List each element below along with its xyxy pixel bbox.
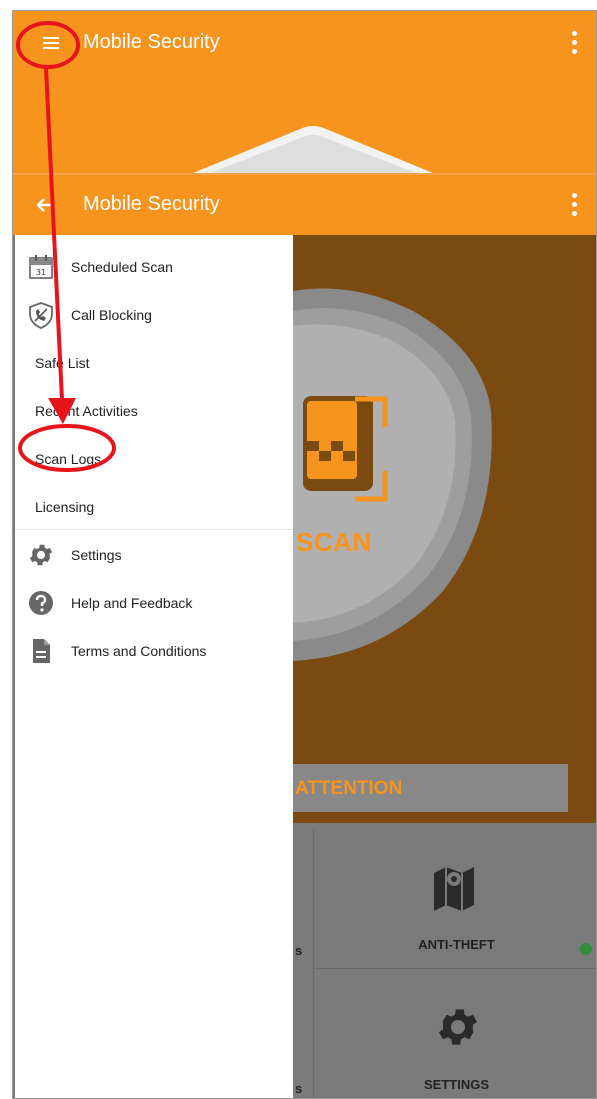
- hamburger-menu-icon[interactable]: [33, 29, 69, 57]
- drawer-item-scan-logs[interactable]: Scan Logs: [15, 437, 293, 481]
- drawer-item-label: Settings: [71, 547, 122, 563]
- drawer-item-help-feedback[interactable]: Help and Feedback: [15, 581, 293, 625]
- tile-label: ANTI-THEFT: [418, 937, 495, 952]
- attention-button[interactable]: ATTENTION: [293, 764, 568, 812]
- drawer-item-terms[interactable]: Terms and Conditions: [15, 629, 293, 673]
- shield-scan-graphic: [293, 288, 492, 661]
- drawer-item-label: Scheduled Scan: [71, 259, 173, 275]
- call-block-shield-icon: [29, 302, 53, 329]
- app-title: Mobile Security: [83, 31, 220, 53]
- app-title-secondary: Mobile Security: [83, 193, 220, 215]
- navigation-drawer: 31 Scheduled Scan Call Blocking Safe Lis…: [15, 235, 293, 1098]
- calendar-day: 31: [36, 268, 46, 277]
- drawer-item-label: Call Blocking: [71, 307, 152, 323]
- drawer-item-label: Safe List: [35, 355, 90, 371]
- top-app-bar: Mobile Security: [13, 11, 596, 173]
- tile-label: SETTINGS: [423, 1077, 489, 1092]
- overflow-menu-icon-secondary[interactable]: [571, 193, 577, 219]
- gear-icon: [29, 544, 53, 566]
- map-pin-icon: [434, 867, 474, 911]
- cut-off-text: s: [295, 943, 303, 958]
- drawer-item-label: Recent Activities: [35, 403, 138, 419]
- document-icon: [33, 639, 50, 663]
- drawer-item-recent-activities[interactable]: Recent Activities: [15, 389, 293, 433]
- drawer-item-settings[interactable]: Settings: [15, 533, 293, 577]
- attention-label: ATTENTION: [295, 778, 403, 799]
- drawer-item-label: Help and Feedback: [71, 595, 193, 611]
- drawer-item-licensing[interactable]: Licensing: [15, 485, 293, 529]
- shield-top-graphic: [193, 126, 433, 173]
- calendar-icon: 31: [29, 255, 53, 279]
- overflow-menu-icon[interactable]: [571, 31, 577, 57]
- help-icon: [29, 591, 53, 615]
- status-check-icon: [580, 943, 592, 955]
- drawer-item-scheduled-scan[interactable]: 31 Scheduled Scan: [15, 245, 293, 289]
- drawer-item-safe-list[interactable]: Safe List: [15, 341, 293, 385]
- drawer-item-call-blocking[interactable]: Call Blocking: [15, 293, 293, 337]
- scan-label[interactable]: SCAN: [296, 527, 372, 558]
- screen-frame: Mobile Security Mobile Security SCAN ATT…: [12, 10, 597, 1099]
- drawer-item-label: Licensing: [35, 499, 95, 515]
- drawer-app-bar: Mobile Security: [13, 173, 596, 235]
- cut-off-text: s: [295, 1081, 303, 1096]
- drawer-item-label: Scan Logs: [35, 451, 102, 467]
- tile-settings[interactable]: SETTINGS: [313, 969, 596, 1098]
- drawer-divider: [15, 529, 293, 530]
- back-arrow-icon[interactable]: [35, 195, 55, 215]
- tile-anti-theft[interactable]: ANTI-THEFT: [313, 829, 596, 969]
- drawer-item-label: Terms and Conditions: [71, 643, 207, 659]
- gear-icon: [439, 1009, 477, 1045]
